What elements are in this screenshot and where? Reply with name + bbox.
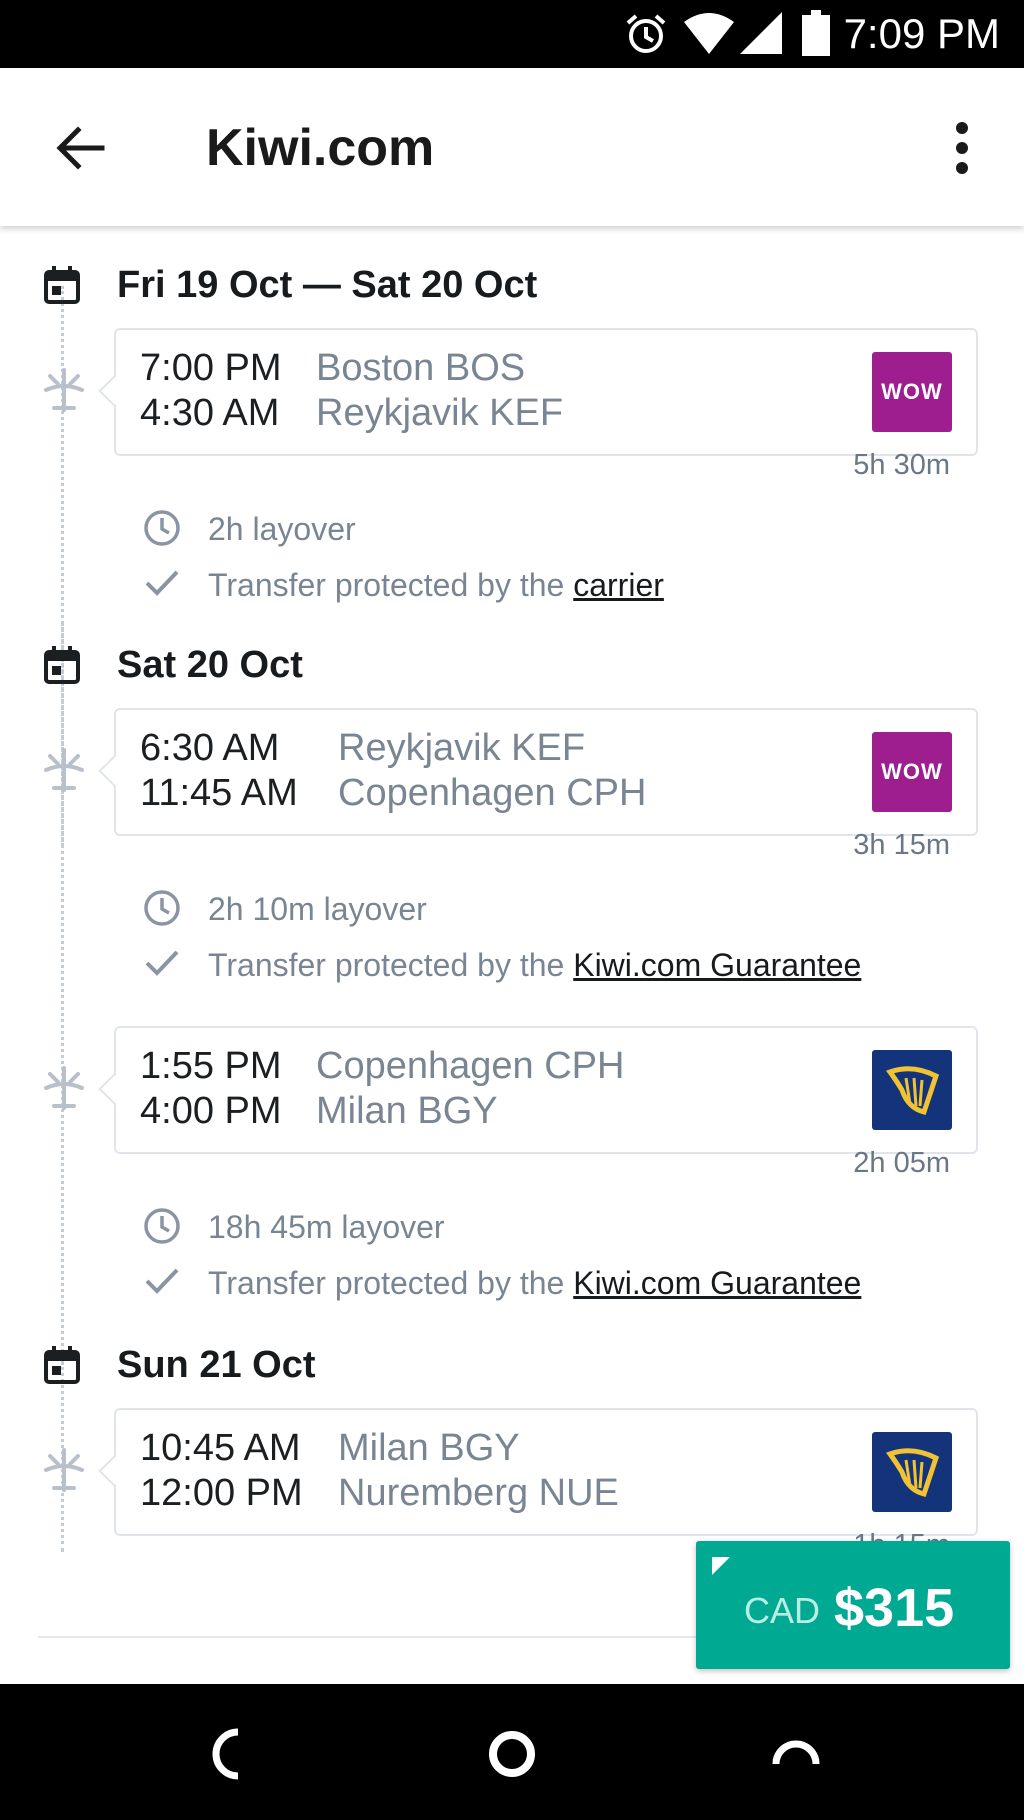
departure-place: Milan BGY	[338, 1427, 520, 1469]
arrival-time: 4:00 PM	[140, 1090, 282, 1132]
departure-row: 7:00 PM Boston BOS	[140, 346, 525, 390]
flight-segment[interactable]: 7:00 PM Boston BOS 4:30 AM Reykjavik KEF…	[0, 328, 1024, 481]
layover-duration: 18h 45m layover	[208, 1209, 445, 1245]
airplane-icon	[44, 748, 84, 792]
flight-segment[interactable]: 6:30 AM Reykjavik KEF 11:45 AM Copenhage…	[0, 708, 1024, 861]
layover-info: 2h 10m layover Transfer protected by the…	[0, 888, 1024, 998]
arrival-place: Milan BGY	[316, 1090, 498, 1132]
departure-time: 7:00 PM	[140, 347, 282, 389]
flight-card[interactable]: 6:30 AM Reykjavik KEF 11:45 AM Copenhage…	[114, 708, 978, 836]
flight-card[interactable]: 7:00 PM Boston BOS 4:30 AM Reykjavik KEF…	[114, 328, 978, 456]
flight-duration: 5h 30m	[853, 449, 950, 481]
status-time: 7:09 PM	[843, 10, 1000, 57]
departure-time: 10:45 AM	[140, 1427, 301, 1469]
arrow-back-icon[interactable]	[50, 118, 110, 178]
protection-link[interactable]: Kiwi.com Guarantee	[573, 1265, 861, 1301]
layover-duration: 2h 10m layover	[208, 891, 427, 927]
clock-icon	[144, 890, 180, 926]
date-header: Fri 19 Oct — Sat 20 Oct	[0, 254, 1024, 314]
airplane-icon	[44, 1066, 84, 1110]
layover-info: 18h 45m layover Transfer protected by th…	[0, 1206, 1024, 1316]
arrival-place: Nuremberg NUE	[338, 1472, 619, 1514]
price-currency: CAD	[744, 1590, 821, 1631]
transfer-protection: Transfer protected by the carrier	[208, 566, 664, 604]
date-label: Sat 20 Oct	[117, 644, 303, 686]
protection-text: Transfer protected by the	[208, 567, 574, 603]
protection-text: Transfer protected by the	[208, 947, 574, 983]
protection-link[interactable]: Kiwi.com Guarantee	[573, 947, 861, 983]
departure-time: 6:30 AM	[140, 727, 280, 769]
clock-icon	[144, 1208, 180, 1244]
arrival-time: 4:30 AM	[140, 392, 280, 434]
price-amount: $315	[834, 1578, 955, 1638]
recents-nav-icon[interactable]	[766, 1724, 826, 1784]
transfer-protection: Transfer protected by the Kiwi.com Guara…	[208, 1264, 861, 1302]
app-bar: Kiwi.com	[0, 68, 1024, 226]
departure-row: 6:30 AM Reykjavik KEF	[140, 726, 585, 770]
layover-info: 2h layover Transfer protected by the car…	[0, 508, 1024, 618]
calendar-icon	[44, 646, 80, 684]
departure-row: 1:55 PM Copenhagen CPH	[140, 1044, 624, 1088]
check-icon	[145, 570, 179, 596]
arrival-row: 11:45 AM Copenhagen CPH	[140, 771, 646, 815]
departure-place: Boston BOS	[316, 347, 526, 389]
system-nav-bar	[0, 1684, 1024, 1820]
wow-air-logo: WOW	[872, 732, 952, 812]
calendar-icon	[44, 266, 80, 304]
more-vert-icon[interactable]	[938, 116, 986, 180]
clock-icon	[144, 510, 180, 546]
wow-air-logo: WOW	[872, 352, 952, 432]
divider	[38, 1636, 718, 1638]
arrival-place: Copenhagen CPH	[338, 772, 647, 814]
flight-card[interactable]: 10:45 AM Milan BGY 12:00 PM Nuremberg NU…	[114, 1408, 978, 1536]
date-label: Sun 21 Oct	[117, 1344, 316, 1386]
harp-icon	[885, 1066, 940, 1115]
page-title: Kiwi.com	[206, 119, 435, 177]
harp-icon	[885, 1448, 940, 1497]
airplane-icon	[44, 1448, 84, 1492]
date-label: Fri 19 Oct — Sat 20 Oct	[117, 264, 538, 306]
arrival-row: 12:00 PM Nuremberg NUE	[140, 1471, 619, 1515]
home-nav-icon[interactable]	[482, 1724, 542, 1784]
calendar-icon	[44, 1346, 80, 1384]
flight-segment[interactable]: 1:55 PM Copenhagen CPH 4:00 PM Milan BGY…	[0, 1026, 1024, 1179]
ryanair-harp-logo	[872, 1432, 952, 1512]
signal-icon	[740, 12, 782, 54]
status-bar: 7:09 PM	[0, 0, 1024, 68]
alarm-icon	[626, 14, 666, 53]
arrival-time: 11:45 AM	[140, 772, 298, 814]
check-icon	[145, 950, 179, 976]
check-icon	[145, 1268, 179, 1294]
airplane-icon	[44, 368, 84, 412]
transfer-protection: Transfer protected by the Kiwi.com Guara…	[208, 946, 861, 984]
flight-duration: 2h 05m	[853, 1147, 950, 1179]
flight-duration: 3h 15m	[853, 829, 950, 861]
back-nav-icon[interactable]	[200, 1724, 260, 1784]
battery-icon	[802, 10, 830, 56]
flight-card[interactable]: 1:55 PM Copenhagen CPH 4:00 PM Milan BGY	[114, 1026, 978, 1154]
layover-duration: 2h layover	[208, 511, 356, 547]
date-header: Sun 21 Oct	[0, 1334, 1024, 1394]
ryanair-harp-logo	[872, 1050, 952, 1130]
protection-link[interactable]: carrier	[573, 567, 664, 603]
departure-place: Reykjavik KEF	[338, 727, 586, 769]
departure-row: 10:45 AM Milan BGY	[140, 1426, 520, 1470]
departure-time: 1:55 PM	[140, 1045, 282, 1087]
departure-place: Copenhagen CPH	[316, 1045, 625, 1087]
protection-text: Transfer protected by the	[208, 1265, 574, 1301]
wifi-icon	[684, 13, 734, 54]
date-header: Sat 20 Oct	[0, 634, 1024, 694]
price-button[interactable]: CAD $315	[696, 1541, 1010, 1669]
arrival-place: Reykjavik KEF	[316, 392, 564, 434]
corner-triangle-icon	[712, 1557, 730, 1575]
arrival-row: 4:00 PM Milan BGY	[140, 1089, 498, 1133]
arrival-row: 4:30 AM Reykjavik KEF	[140, 391, 563, 435]
flight-segment[interactable]: 10:45 AM Milan BGY 12:00 PM Nuremberg NU…	[0, 1408, 1024, 1561]
arrival-time: 12:00 PM	[140, 1472, 303, 1514]
itinerary-content[interactable]: Fri 19 Oct — Sat 20 Oct 7:00 PM Boston B…	[0, 226, 1024, 1684]
